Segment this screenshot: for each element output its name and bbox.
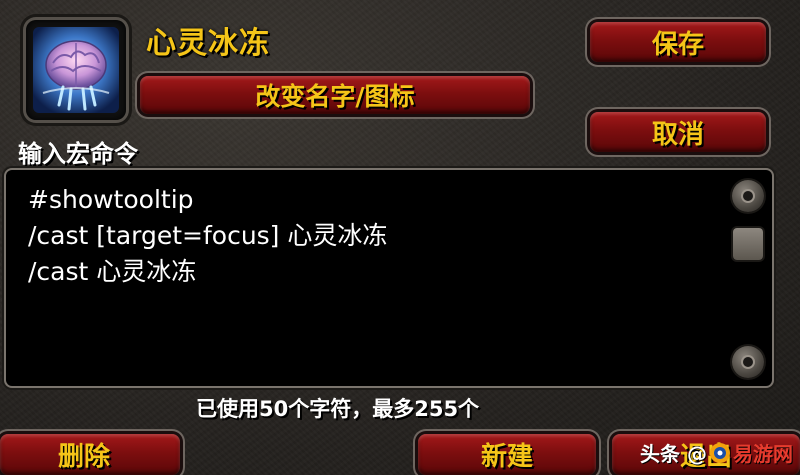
watermark-site: 易游网	[732, 442, 793, 466]
scroll-down-icon	[743, 357, 753, 367]
macro-name-title: 心灵冰冻	[146, 26, 270, 61]
delete-button[interactable]: 删除	[0, 434, 180, 475]
macro-line: /cast [target=focus] 心灵冰冻	[28, 221, 388, 250]
brain-frost-icon	[33, 27, 119, 113]
site-logo-icon	[709, 442, 730, 463]
save-button[interactable]: 保存	[590, 22, 766, 62]
macro-icon-slot[interactable]	[26, 20, 126, 120]
change-name-icon-button[interactable]: 改变名字/图标	[140, 76, 530, 114]
scroll-up-icon	[743, 191, 753, 201]
new-button[interactable]: 新建	[418, 434, 596, 475]
watermark-prefix: 头条 @	[640, 442, 707, 466]
scroll-down-button[interactable]	[732, 346, 764, 378]
macro-text[interactable]: #showtooltip /cast [target=focus] 心灵冰冻 /…	[28, 182, 387, 290]
macro-line: /cast 心灵冰冻	[28, 257, 197, 286]
scroll-thumb[interactable]	[733, 228, 763, 260]
macro-line: #showtooltip	[28, 185, 194, 214]
scroll-up-button[interactable]	[732, 180, 764, 212]
char-count-text: 已使用50个字符，最多255个	[196, 397, 480, 421]
input-macro-label: 输入宏命令	[18, 140, 138, 168]
macro-edit-box[interactable]: #showtooltip /cast [target=focus] 心灵冰冻 /…	[6, 170, 772, 386]
watermark: 头条 @ 易游网	[640, 438, 793, 467]
scrollbar[interactable]	[728, 178, 768, 380]
cancel-button[interactable]: 取消	[590, 112, 766, 152]
